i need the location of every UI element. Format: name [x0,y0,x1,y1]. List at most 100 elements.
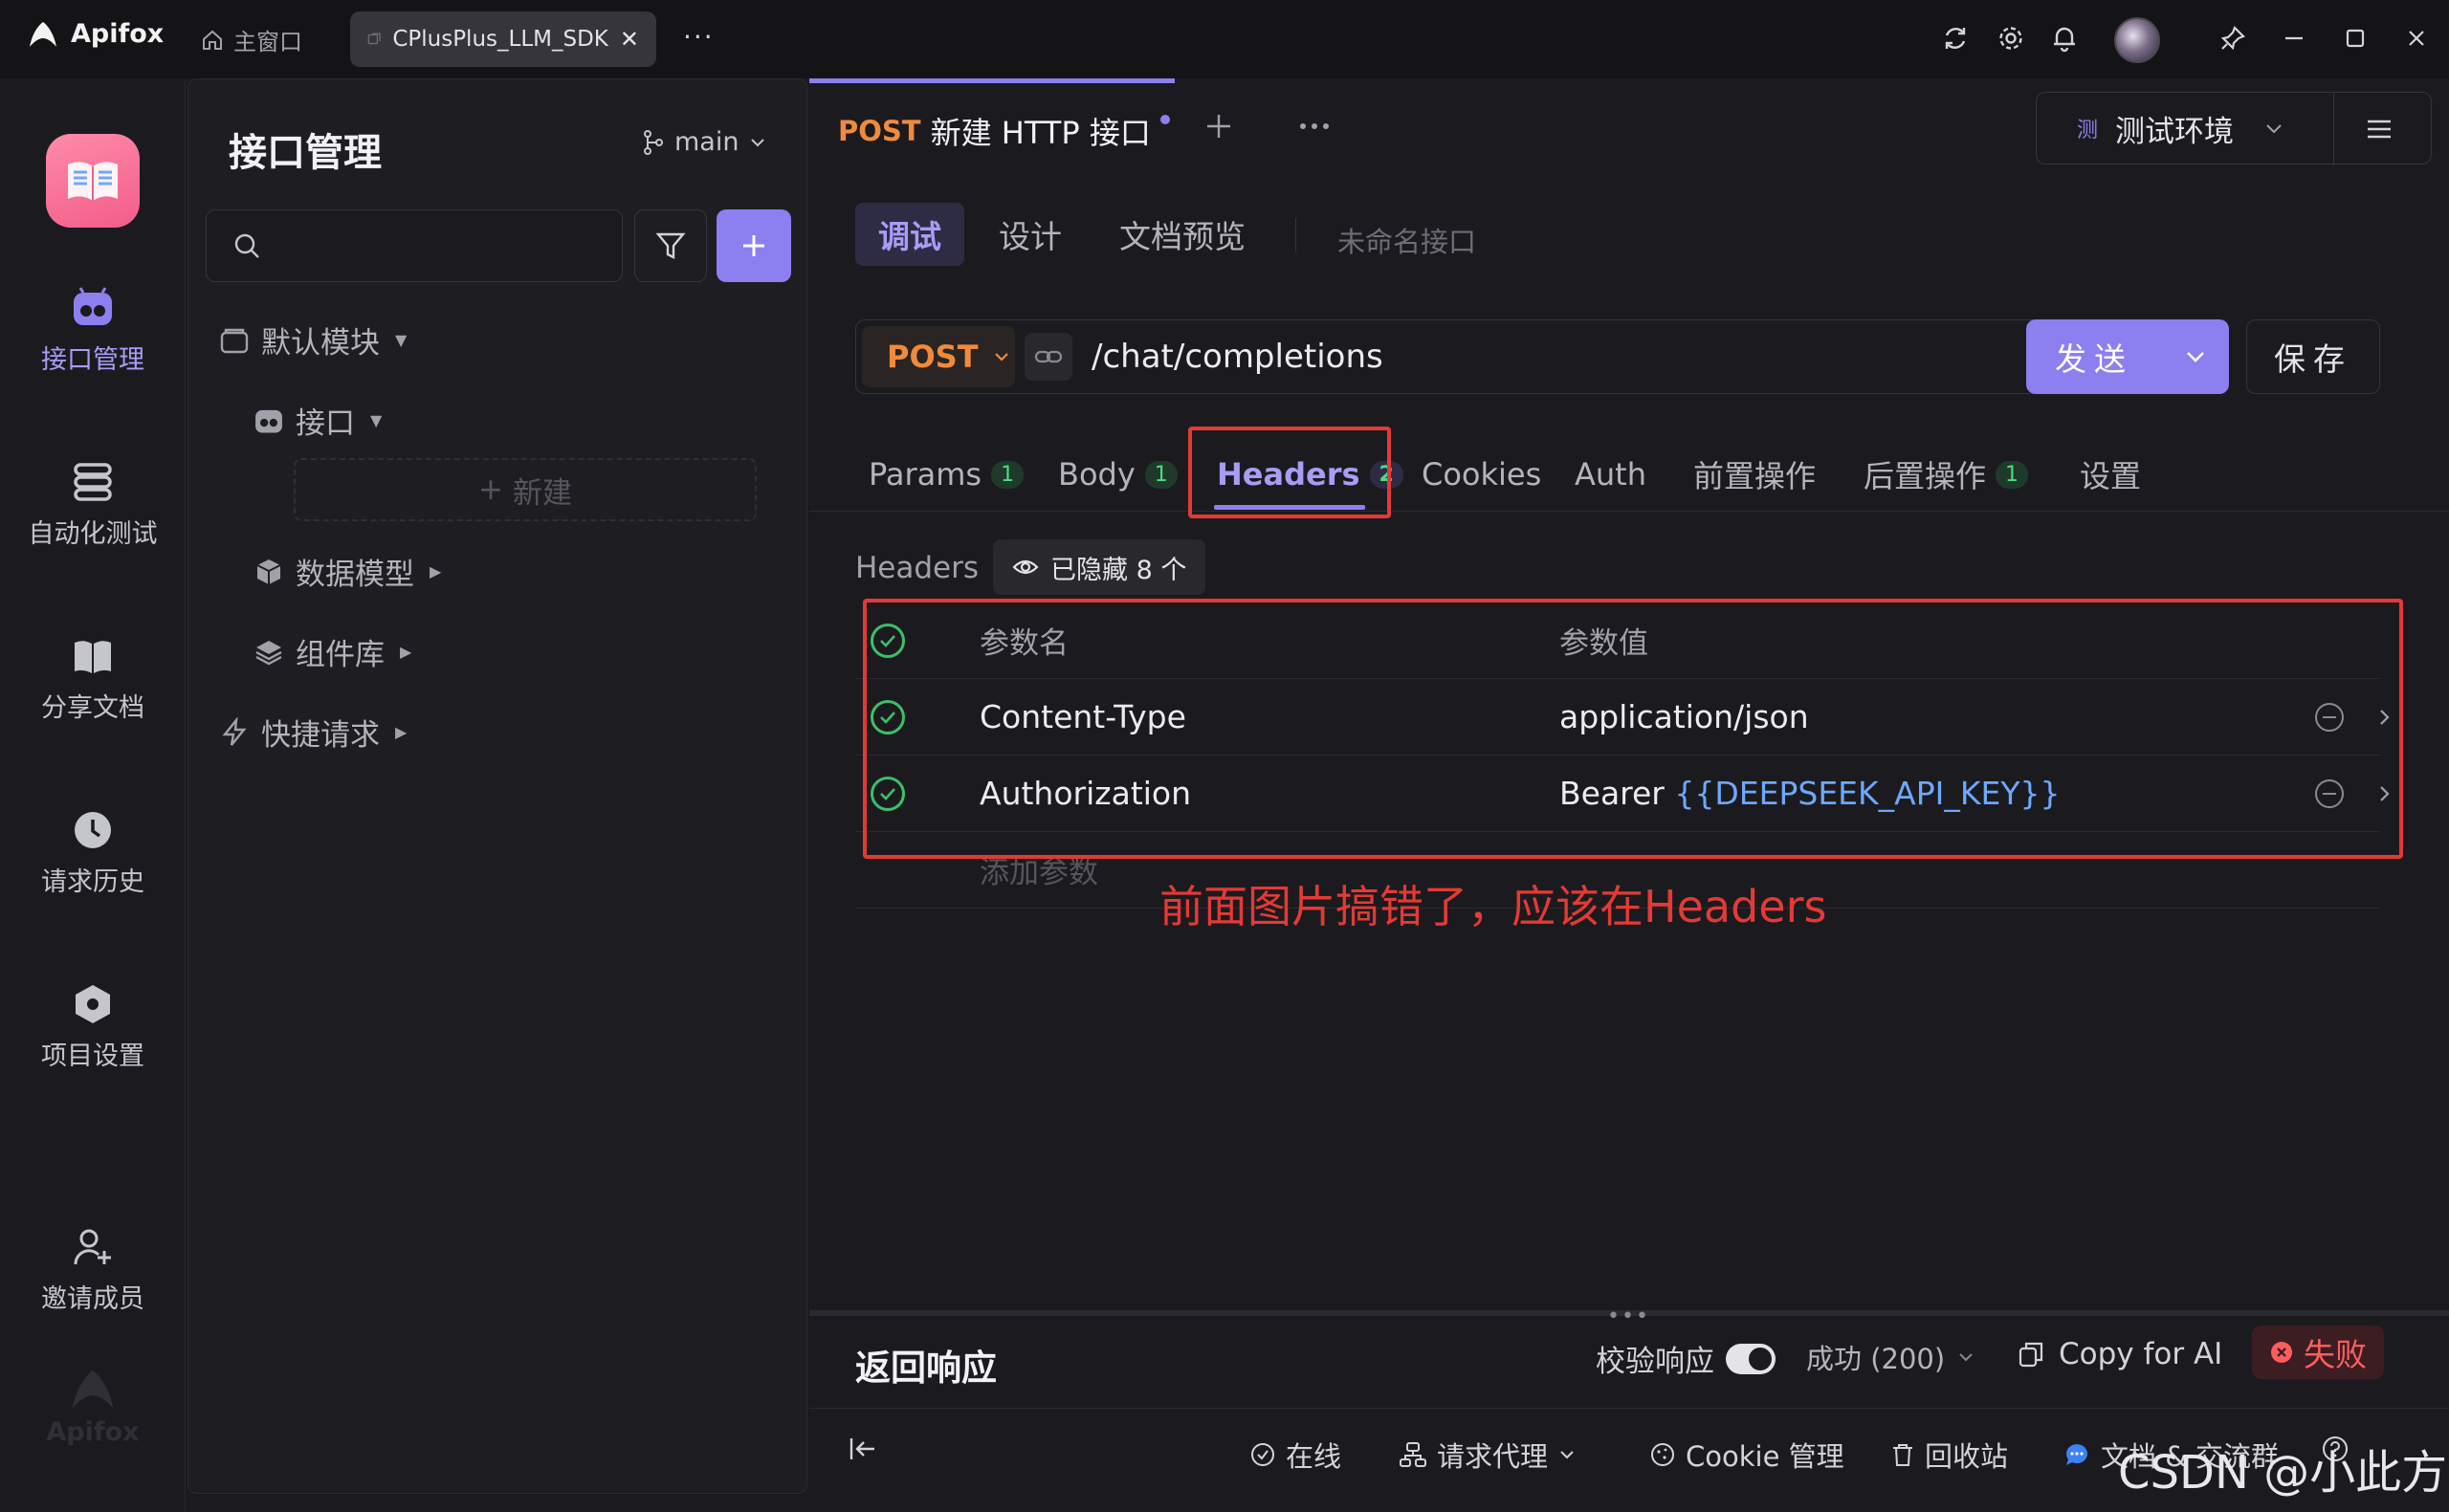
project-app-icon[interactable] [46,134,140,228]
new-api-button[interactable]: + 新建 [294,458,757,521]
csdn-watermark: CSDN @小此方 [2118,1446,2448,1500]
add-button[interactable] [717,209,791,282]
rail-item-project-settings[interactable]: 项目设置 [0,983,186,1072]
add-user-icon [74,1229,111,1265]
chevron-down-icon [1560,1451,1574,1459]
send-button[interactable]: 发送 [2026,319,2229,394]
link-icon[interactable] [1025,333,1072,381]
caret-right-icon: ▶ [400,643,412,661]
automation-icon [74,463,112,501]
unsaved-dot [1159,114,1170,124]
rail-item-invite-members[interactable]: 邀请成员 [0,1226,186,1315]
new-tab-button[interactable] [1202,109,1236,143]
online-status[interactable]: 在线 [1249,1435,1341,1475]
method-select[interactable]: POST [862,326,1015,387]
annotation-box-headers-table [863,599,2403,859]
chevron-down-icon[interactable] [2183,344,2208,369]
rail-item-share-docs[interactable]: 分享文档 [0,635,186,724]
rail-item-api-management[interactable]: 接口管理 [0,287,186,376]
filter-button[interactable] [634,209,707,282]
pin-icon[interactable] [2216,21,2250,55]
search-input[interactable] [206,209,623,282]
more-icon[interactable] [1295,109,1334,143]
user-avatar[interactable] [2114,17,2160,63]
tab-debug[interactable]: 调试 [855,203,964,266]
environment-selector[interactable]: 测 测试环境 [2036,92,2432,165]
tree-data-model[interactable]: 数据模型 ▶ [254,550,441,593]
tab-doc-preview[interactable]: 文档预览 [1096,203,1269,266]
recycle-bin-button[interactable]: 回收站 [1890,1435,2008,1475]
tree-components[interactable]: 组件库 ▶ [254,630,411,673]
caret-right-icon: ▶ [430,562,442,581]
drag-grip-icon[interactable]: ••• [1607,1304,1650,1328]
rail-item-automation-test[interactable]: 自动化测试 [0,461,186,550]
close-tab-icon[interactable]: ✕ [620,26,639,53]
tab-settings[interactable]: 设置 [2080,446,2141,503]
tab-post-processors[interactable]: 后置操作 1 [1864,446,2029,503]
validate-response[interactable]: 校验响应 [1596,1337,1776,1380]
folder-icon [220,328,249,353]
minimize-icon[interactable] [2277,21,2311,55]
collapse-sidebar-button[interactable] [848,1435,880,1463]
close-window-icon[interactable] [2399,21,2434,55]
home-window-tab[interactable]: 主窗口 [201,23,302,56]
request-tabbar: POST 新建 HTTP 接口 测 测试环境 [809,78,2449,178]
env-badge: 测 [2076,119,2098,142]
tab-pre-processors[interactable]: 前置操作 [1693,446,1816,503]
filter-icon [655,232,686,259]
clock-icon [75,812,111,848]
collapse-left-icon [849,1438,874,1459]
plus-icon [1207,115,1230,138]
tab-cookies[interactable]: Cookies [1422,446,1541,503]
chevron-down-icon [2266,124,2282,134]
save-button[interactable]: 保存 [2246,319,2380,394]
lightning-icon [222,716,247,746]
request-proxy-button[interactable]: 请求代理 [1399,1435,1577,1475]
git-branch-icon [644,129,663,155]
panel-title: 接口管理 [229,131,382,175]
request-tab-active[interactable]: POST 新建 HTTP 接口 [809,78,1175,178]
hidden-headers-toggle[interactable]: 已隐藏 8 个 [993,539,1206,595]
headers-section-label: Headers [855,551,980,585]
caret-right-icon: ▶ [395,723,408,741]
validate-toggle[interactable] [1726,1343,1776,1374]
annotation-text: 前面图片搞错了，应该在Headers [1159,881,1827,932]
tab-params[interactable]: Params 1 [869,446,1025,503]
chevron-down-icon [1959,1353,1973,1362]
sync-icon[interactable] [1938,21,1973,55]
api-tree-panel: 接口管理 main 默认模块 ▼ 接口 ▼ + 新建 数据模型 ▶ 组件库 ▶ … [188,78,807,1494]
cookie-manager-button[interactable]: Cookie 管理 [1649,1435,1844,1475]
project-tab[interactable]: CPlusPlus_LLM_SDK ✕ [350,11,656,67]
status-select[interactable]: 成功 (200) [1806,1337,1975,1377]
menu-icon[interactable] [2362,112,2396,146]
main-area: POST 新建 HTTP 接口 测 测试环境 调试 设计 文档预览 未命名接口 … [809,78,2449,1494]
api-name-input[interactable]: 未命名接口 [1337,220,1476,260]
url-input[interactable]: /chat/completions [1092,338,1383,376]
check-circle-icon [1251,1443,1274,1466]
copy-for-ai-button[interactable]: Copy for AI [2017,1337,2222,1371]
api-icon [74,287,112,325]
book-open-icon [68,162,118,201]
divider [1295,218,1296,252]
divider [809,511,2449,512]
plus-icon [743,235,764,256]
tree-default-module[interactable]: 默认模块 ▼ [219,318,407,362]
eye-icon [1012,559,1039,575]
tab-body[interactable]: Body 1 [1058,446,1178,503]
branch-selector[interactable]: main [642,127,767,157]
gear-icon[interactable] [1994,21,2028,55]
caret-down-icon: ▼ [395,331,408,349]
tree-api-folder[interactable]: 接口 ▼ [254,399,382,442]
tab-design[interactable]: 设计 [976,203,1085,266]
tab-auth[interactable]: Auth [1575,446,1646,503]
maximize-icon[interactable] [2338,21,2372,55]
bell-icon[interactable] [2047,21,2082,55]
tree-quick-request[interactable]: 快捷请求 ▶ [219,711,407,754]
caret-down-icon: ▼ [370,411,383,429]
copy-icon [2019,1342,2043,1368]
rail-item-request-history[interactable]: 请求历史 [0,809,186,898]
more-tabs-button[interactable]: ··· [683,21,715,53]
trash-icon [1893,1444,1912,1466]
divider [809,1408,2449,1409]
api-icon [255,409,282,433]
